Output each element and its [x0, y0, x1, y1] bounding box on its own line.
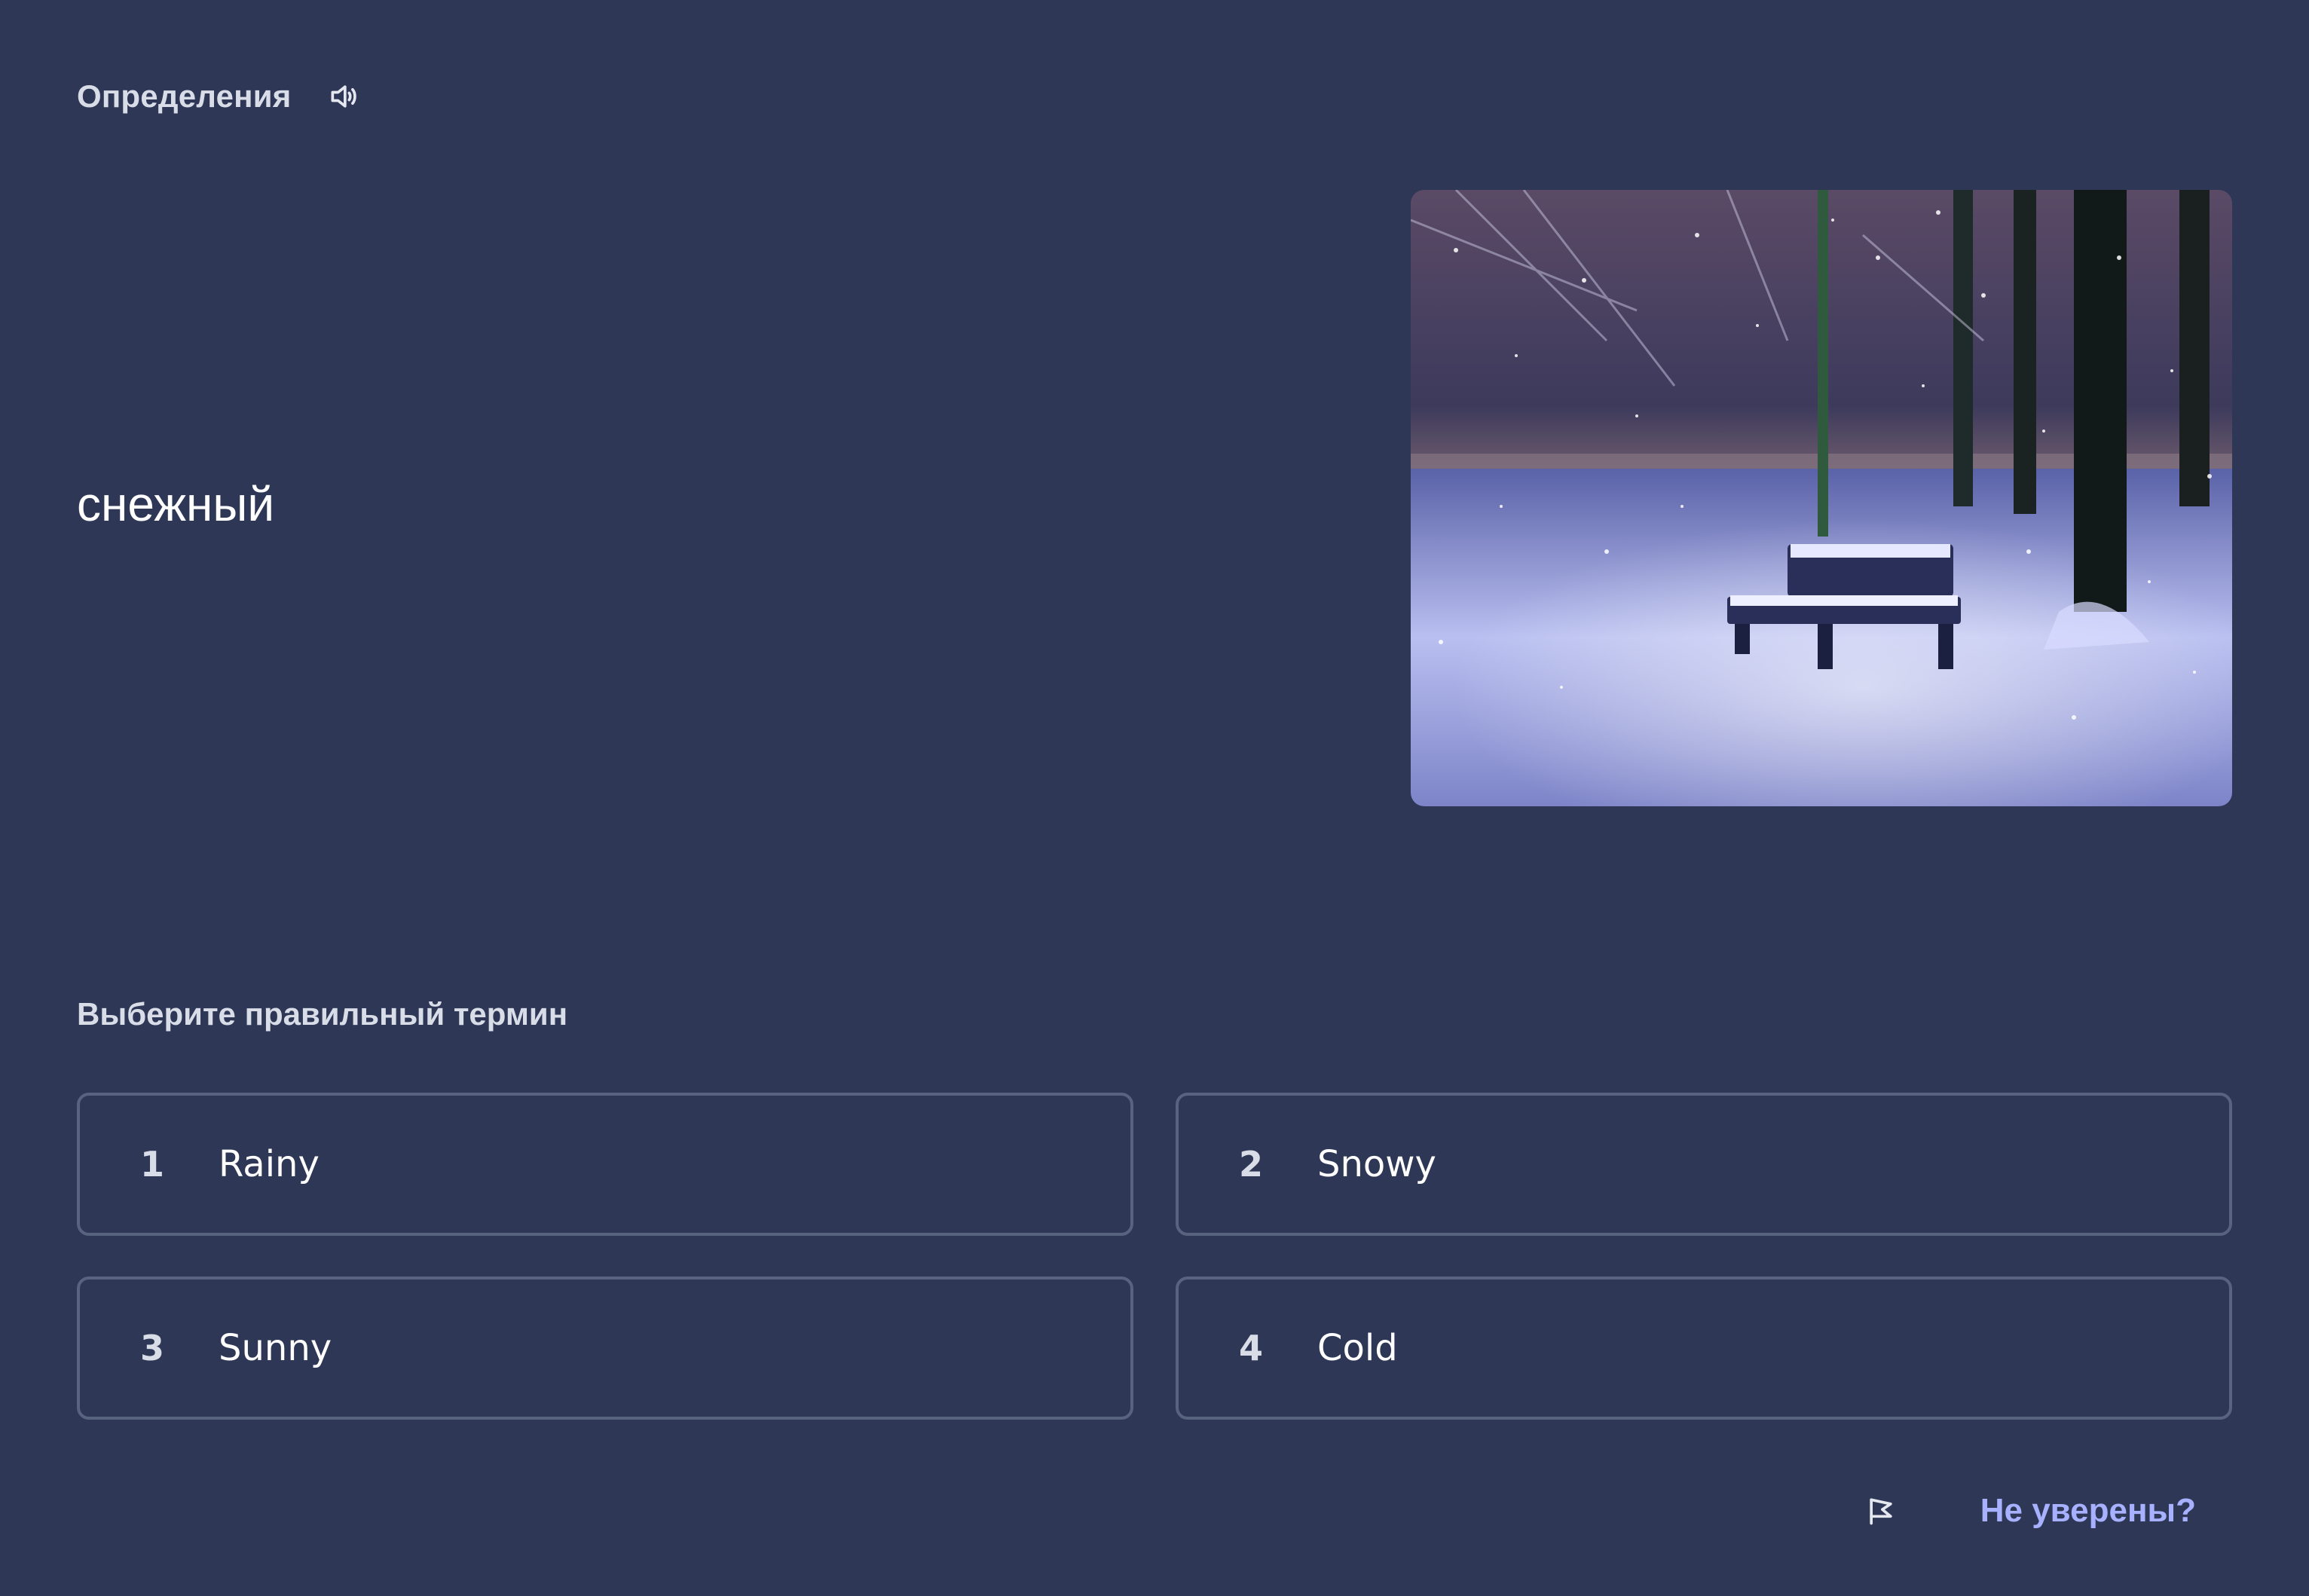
option-sunny[interactable]: 3 Sunny — [77, 1276, 1133, 1420]
option-snowy[interactable]: 2 Snowy — [1176, 1093, 2232, 1236]
option-label: Snowy — [1317, 1143, 1436, 1185]
option-label: Cold — [1317, 1327, 1398, 1369]
option-label: Sunny — [219, 1327, 332, 1369]
option-number: 4 — [1239, 1328, 1264, 1368]
definition-image — [1411, 190, 2232, 806]
question-card: Определения снежный Выберите правильный … — [0, 0, 2309, 1596]
card-header: Определения — [77, 72, 365, 121]
section-label: Определения — [77, 78, 292, 114]
option-number: 2 — [1239, 1144, 1264, 1185]
not-sure-link[interactable]: Не уверены? — [1980, 1492, 2196, 1530]
flag-icon[interactable] — [1857, 1487, 1905, 1535]
snowy-park-bench-photo — [1411, 190, 2232, 806]
option-number: 3 — [140, 1328, 165, 1368]
prompt-text: Выберите правильный термин — [77, 996, 568, 1032]
option-number: 1 — [140, 1144, 165, 1185]
answer-options: 1 Rainy 2 Snowy 3 Sunny 4 Cold — [77, 1093, 2232, 1420]
option-rainy[interactable]: 1 Rainy — [77, 1093, 1133, 1236]
card-footer: Не уверены? — [1857, 1481, 2196, 1541]
speaker-icon[interactable] — [323, 75, 365, 118]
term-text: снежный — [77, 477, 275, 531]
option-cold[interactable]: 4 Cold — [1176, 1276, 2232, 1420]
option-label: Rainy — [219, 1143, 320, 1185]
